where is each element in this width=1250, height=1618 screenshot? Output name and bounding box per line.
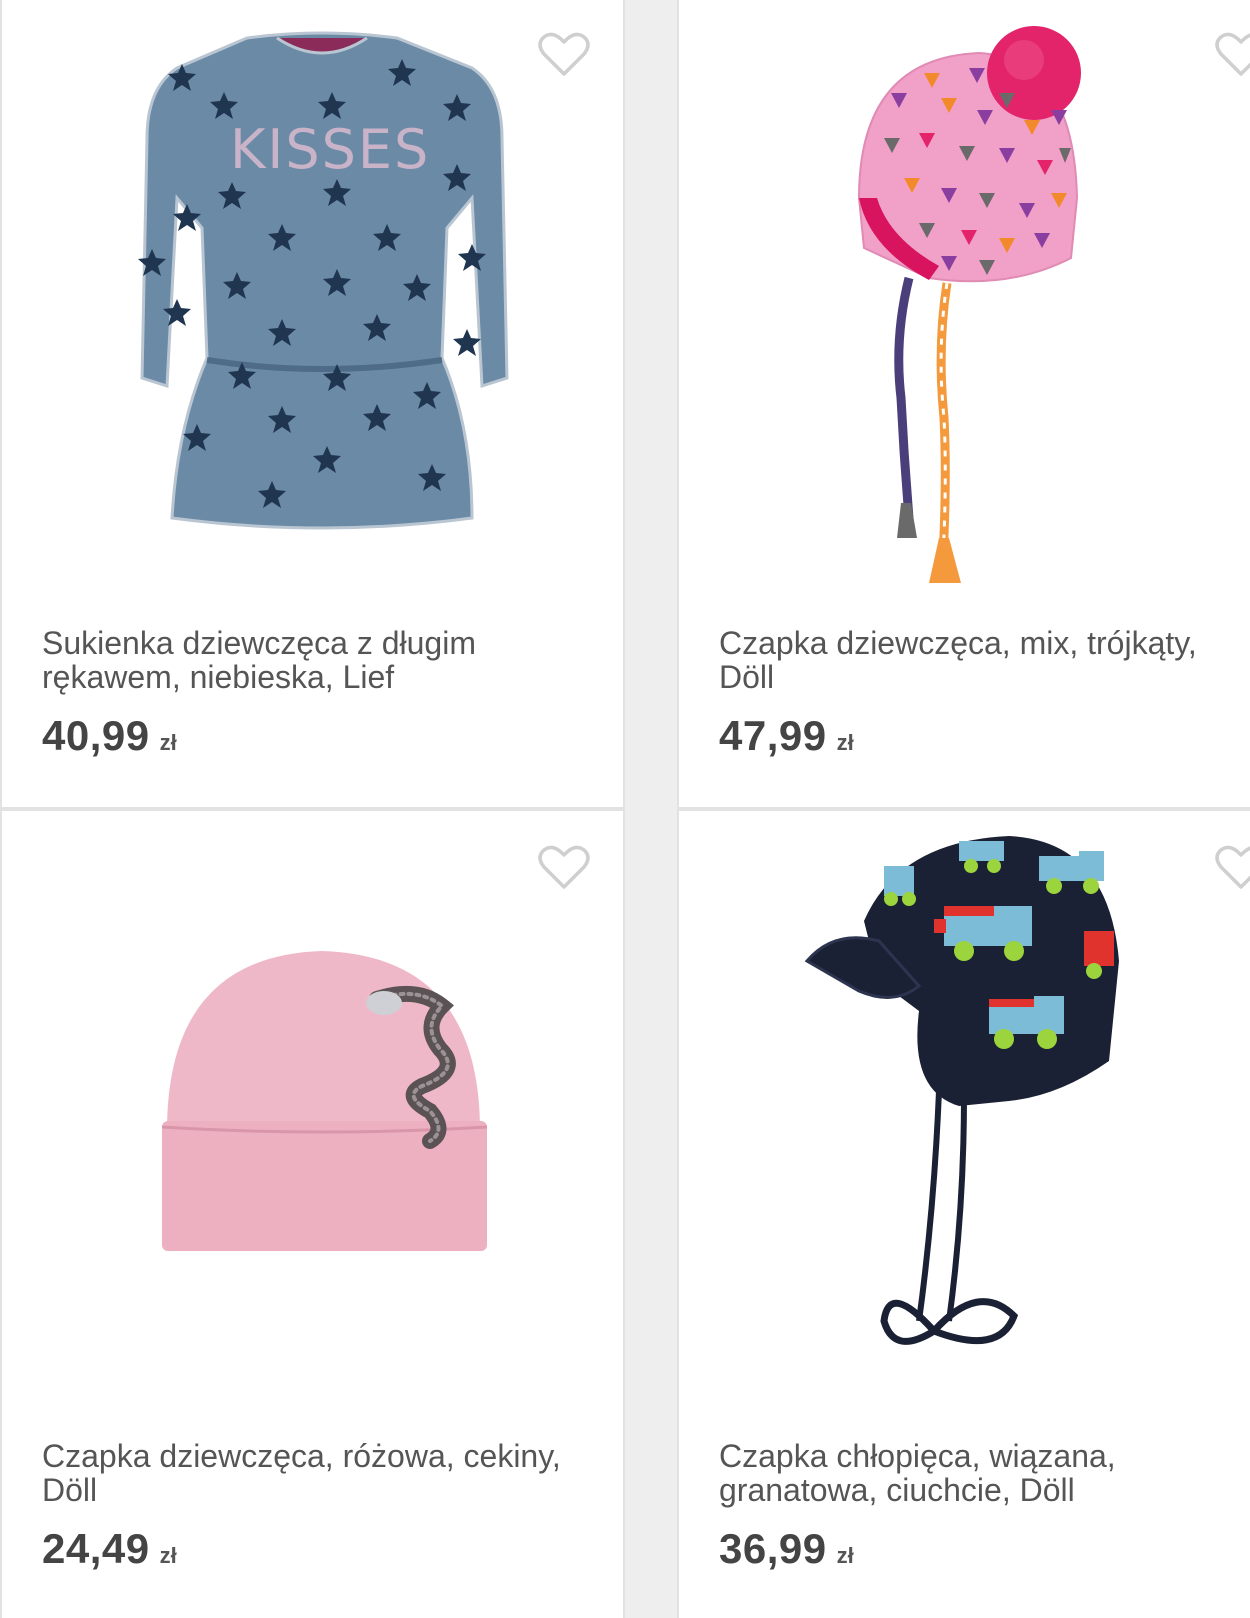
heart-icon[interactable] — [538, 845, 590, 891]
price-amount: 47,99 — [719, 712, 827, 759]
product-name[interactable]: Czapka dziewczęca, mix, trójkąty, Döll — [719, 626, 1239, 694]
product-card[interactable]: Czapka dziewczęca, mix, trójkąty, Döll 4… — [677, 0, 1250, 809]
heart-icon[interactable] — [538, 32, 590, 78]
product-price: 24,49 zł — [42, 1525, 177, 1573]
dress-image[interactable]: KISSES — [2, 0, 623, 618]
price-amount: 24,49 — [42, 1525, 150, 1572]
product-price: 40,99 zł — [42, 712, 177, 760]
heart-icon[interactable] — [1215, 845, 1250, 891]
price-amount: 40,99 — [42, 712, 150, 759]
product-name[interactable]: Sukienka dziewczęca z długim rękawem, ni… — [42, 626, 562, 694]
beanie-image[interactable] — [2, 811, 623, 1431]
price-amount: 36,99 — [719, 1525, 827, 1572]
price-currency: zł — [836, 730, 854, 755]
product-name[interactable]: Czapka dziewczęca, różowa, cekiny, Döll — [42, 1439, 562, 1507]
product-price: 47,99 zł — [719, 712, 854, 760]
product-price: 36,99 zł — [719, 1525, 854, 1573]
price-currency: zł — [836, 1543, 854, 1568]
pompom-hat-image[interactable] — [679, 0, 1250, 618]
price-currency: zł — [159, 1543, 177, 1568]
price-currency: zł — [159, 730, 177, 755]
product-grid: KISSES Sukienka dziewczęca z długim ręka… — [0, 0, 1250, 1618]
heart-icon[interactable] — [1215, 32, 1250, 78]
product-card[interactable]: Czapka chłopięca, wiązana, granatowa, ci… — [677, 809, 1250, 1618]
svg-text:KISSES: KISSES — [230, 118, 430, 181]
product-card[interactable]: Czapka dziewczęca, różowa, cekiny, Döll … — [0, 809, 625, 1618]
product-name[interactable]: Czapka chłopięca, wiązana, granatowa, ci… — [719, 1439, 1239, 1507]
product-card[interactable]: KISSES Sukienka dziewczęca z długim ręka… — [0, 0, 625, 809]
train-cap-image[interactable] — [679, 811, 1250, 1431]
